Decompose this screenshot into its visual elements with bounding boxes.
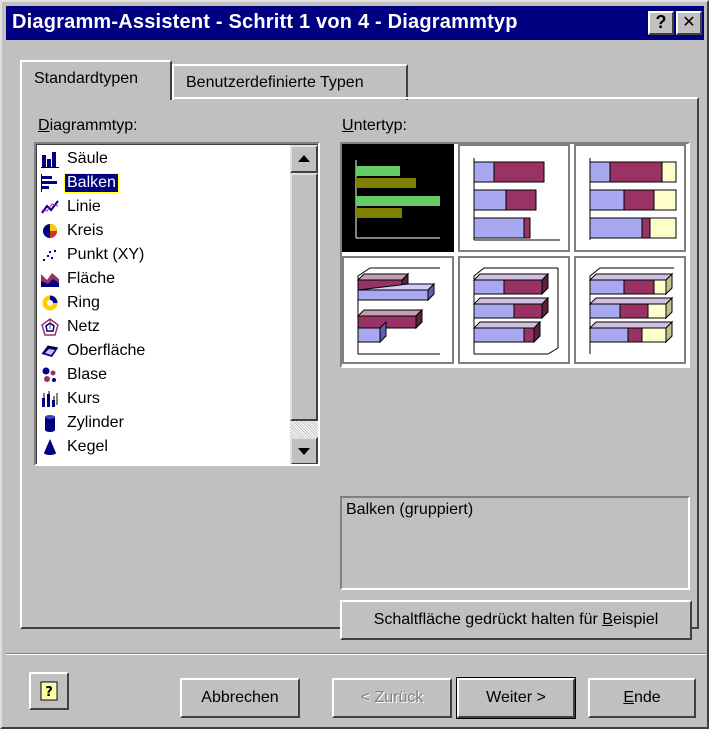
chart-type-label-accel: D xyxy=(38,117,50,134)
area-chart-icon xyxy=(41,273,59,287)
scatter-chart-icon xyxy=(41,246,59,264)
list-item-linie[interactable]: Linie xyxy=(39,195,289,219)
list-item-label: Punkt (XY) xyxy=(67,246,145,263)
bubble-chart-icon xyxy=(42,367,56,382)
list-item-label: Blase xyxy=(67,366,108,383)
preview-button-prefix: Schaltfläche gedrückt halten für xyxy=(373,611,603,628)
arrow-up-icon xyxy=(298,155,310,162)
cone-chart-icon xyxy=(44,439,56,455)
subtype-label-rest: ntertyp: xyxy=(353,117,407,134)
line-chart-icon xyxy=(41,198,59,216)
arrow-down-icon xyxy=(298,448,310,455)
list-item-zylinder[interactable]: Zylinder xyxy=(39,411,289,435)
assistant-button[interactable]: ? xyxy=(29,672,69,710)
next-button[interactable]: Weiter > xyxy=(456,677,576,719)
chart-type-scrollbar[interactable] xyxy=(290,145,318,464)
list-item-flaeche[interactable]: Fläche xyxy=(39,267,289,291)
tab-standardtypen-label: Standardtypen xyxy=(34,70,139,87)
surface-chart-icon xyxy=(41,345,59,357)
preview-button[interactable]: Schaltfläche gedrückt halten für Beispie… xyxy=(340,600,692,640)
list-item-ring[interactable]: Ring xyxy=(39,291,289,315)
footer-separator xyxy=(6,653,706,655)
finish-button-rest: nde xyxy=(633,689,661,706)
clustered-bar-icon xyxy=(355,160,440,239)
subtype-label: Untertyp: xyxy=(342,117,407,135)
chart-type-label: Diagrammtyp: xyxy=(38,117,138,135)
subtype-3d-stacked-bar[interactable] xyxy=(458,256,570,364)
list-item-blase[interactable]: Blase xyxy=(39,363,289,387)
radar-chart-icon xyxy=(41,318,59,336)
list-item-label: Kegel xyxy=(67,438,108,455)
list-item-kreis[interactable]: Kreis xyxy=(39,219,289,243)
scroll-thumb[interactable] xyxy=(290,173,318,421)
stock-chart-icon xyxy=(41,390,59,408)
list-item-label: Fläche xyxy=(67,270,116,287)
list-item-label: Linie xyxy=(67,198,101,215)
doughnut-chart-icon xyxy=(42,295,58,311)
scroll-track[interactable] xyxy=(290,421,318,437)
list-item-oberflaeche[interactable]: Oberfläche xyxy=(39,339,289,363)
subtype-100-stacked-bar[interactable] xyxy=(574,144,686,252)
preview-button-accel: B xyxy=(602,611,613,628)
tab-benutzerdefinierte-typen-label: Benutzerdefinierte Typen xyxy=(186,74,364,91)
subtype-grid xyxy=(340,142,690,368)
list-item-punkt-xy[interactable]: Punkt (XY) xyxy=(39,243,289,267)
finish-button-accel: E xyxy=(623,689,634,706)
list-item-label: Kreis xyxy=(67,222,104,239)
subtype-description: Balken (gruppiert) xyxy=(340,496,690,590)
subtype-3d-100-stacked-bar[interactable] xyxy=(574,256,686,364)
scroll-down-button[interactable] xyxy=(290,437,318,464)
subtype-3d-clustered-bar[interactable] xyxy=(342,256,454,364)
3d-stacked-bar-icon xyxy=(472,267,559,355)
list-item-label: Kurs xyxy=(67,390,100,407)
list-item-label: Balken xyxy=(64,173,119,193)
3d-100-stacked-bar-icon xyxy=(588,267,674,354)
back-button[interactable]: < Zurück xyxy=(332,678,452,718)
cylinder-chart-icon xyxy=(45,415,55,432)
cancel-button[interactable]: Abbrechen xyxy=(180,678,300,718)
list-item-netz[interactable]: Netz xyxy=(39,315,289,339)
list-item-label: Netz xyxy=(67,318,100,335)
list-item-label: Oberfläche xyxy=(67,342,146,359)
tab-standardtypen[interactable]: Standardtypen xyxy=(20,60,172,100)
pie-chart-icon xyxy=(43,224,57,238)
chart-wizard-dialog: Diagramm-Assistent - Schritt 1 von 4 - D… xyxy=(0,0,709,729)
list-item-saeule[interactable]: Säule xyxy=(39,147,289,171)
tab-benutzerdefinierte-typen[interactable]: Benutzerdefinierte Typen xyxy=(172,64,408,100)
list-item-label: Säule xyxy=(67,150,108,167)
list-item-label: Ring xyxy=(67,294,100,311)
subtype-label-accel: U xyxy=(342,117,354,134)
preview-button-rest: eispiel xyxy=(612,611,659,628)
chart-type-listbox[interactable]: Säule Balken Linie Kreis Punkt (XY) Fläc… xyxy=(34,142,320,466)
finish-button[interactable]: Ende xyxy=(588,678,696,718)
list-item-kegel[interactable]: Kegel xyxy=(39,435,289,459)
title-bar: Diagramm-Assistent - Schritt 1 von 4 - D… xyxy=(6,6,704,40)
stacked-bar-icon xyxy=(473,158,560,241)
column-chart-icon xyxy=(41,150,59,168)
list-item-kurs[interactable]: Kurs xyxy=(39,387,289,411)
100-stacked-bar-icon xyxy=(589,158,677,240)
subtype-stacked-bar[interactable] xyxy=(458,144,570,252)
subtype-clustered-bar[interactable] xyxy=(342,144,454,252)
scroll-up-button[interactable] xyxy=(290,145,318,173)
bar-chart-icon xyxy=(41,174,59,192)
svg-text:?: ? xyxy=(45,685,53,700)
3d-clustered-bar-icon xyxy=(356,267,440,355)
list-item-balken[interactable]: Balken xyxy=(39,171,289,195)
close-button[interactable]: ✕ xyxy=(676,11,702,35)
list-item-label: Zylinder xyxy=(67,414,124,431)
chart-type-label-rest: iagrammtyp: xyxy=(49,117,138,134)
chart-type-listbox-inner: Säule Balken Linie Kreis Punkt (XY) Fläc… xyxy=(36,144,318,464)
office-assistant-icon: ? xyxy=(40,681,58,701)
help-button[interactable]: ? xyxy=(648,11,674,35)
window-title: Diagramm-Assistent - Schritt 1 von 4 - D… xyxy=(12,11,518,33)
